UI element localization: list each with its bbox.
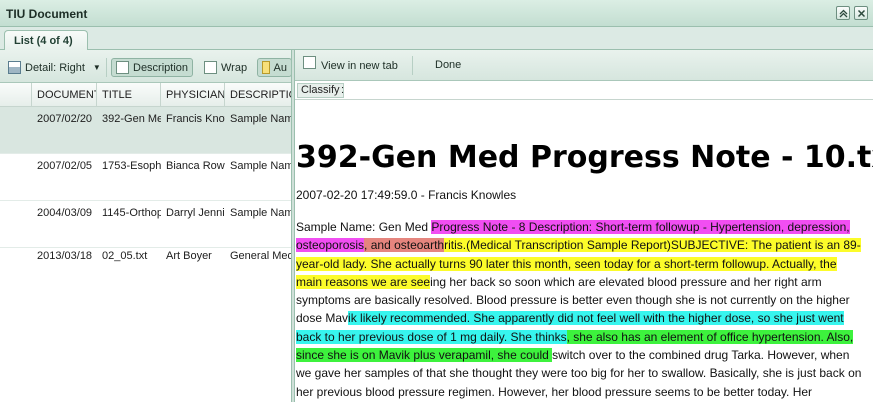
cell-description: Sample Nam	[230, 113, 292, 125]
table-row[interactable]: 2007/02/05 1753-Esoph Bianca Rowe Sample…	[0, 154, 292, 201]
wrap-button[interactable]: Wrap	[204, 58, 247, 77]
detail-toolbar: View in new tab Done	[295, 50, 873, 81]
wrap-button-label: Wrap	[221, 61, 248, 74]
text-segment: Sample Name: Gen Med	[296, 220, 432, 234]
table-row[interactable]: 2007/02/20 392-Gen Me Francis Knov Sampl…	[0, 107, 292, 154]
cell-title: 1145-Orthop	[102, 207, 161, 219]
view-in-new-tab-button[interactable]: View in new tab	[303, 56, 398, 72]
document-list-pane: Detail: Right ▼ Description Wrap Au DOCU…	[0, 50, 292, 402]
document-heading: 392-Gen Med Progress Note - 10.txt	[296, 140, 873, 175]
cell-description: Sample Nam	[230, 160, 292, 172]
document-meta: 2007-02-20 17:49:59.0 - Francis Knowles	[296, 188, 517, 202]
cell-title: 02_05.txt	[102, 250, 148, 262]
classify-label[interactable]: Classify	[297, 83, 344, 98]
grid-view-icon	[8, 61, 21, 74]
done-label: Done	[435, 59, 462, 71]
column-header-select[interactable]	[0, 83, 32, 107]
description-button-label: Description	[133, 61, 189, 74]
document-body: Sample Name: Gen Med Progress Note - 8 D…	[296, 218, 862, 402]
cell-description: General Med	[230, 250, 292, 262]
column-header-title[interactable]: TITLE	[97, 83, 161, 107]
new-tab-icon	[303, 56, 316, 69]
cell-title: 1753-Esoph	[102, 160, 161, 172]
tab-list[interactable]: List (4 of 4)	[4, 30, 88, 51]
cell-date: 2007/02/05	[37, 160, 93, 172]
wrap-icon	[204, 61, 217, 74]
highlight-segment: , and osteoarth	[364, 238, 445, 253]
auto-button-label: Au	[273, 61, 287, 74]
window-titlebar: TIU Document	[0, 0, 873, 27]
document-viewer: 392-Gen Med Progress Note - 10.txt 2007-…	[295, 100, 873, 402]
cell-physician: Art Boyer	[166, 250, 212, 262]
done-button[interactable]: Done	[435, 59, 461, 71]
document-detail-pane: View in new tab Done Classify : 392-Gen …	[295, 50, 873, 402]
list-toolbar: Detail: Right ▼ Description Wrap Au	[0, 50, 292, 83]
tab-strip: List (4 of 4)	[0, 27, 873, 51]
column-header-document[interactable]: DOCUMENT	[32, 83, 97, 107]
column-header-description[interactable]: DESCRIPTIO	[225, 83, 292, 107]
auto-icon	[262, 61, 270, 74]
close-icon[interactable]	[854, 6, 868, 20]
window-title: TIU Document	[6, 7, 88, 21]
tab-list-label: List (4 of 4)	[14, 35, 73, 47]
collapse-up-icon[interactable]	[836, 6, 850, 20]
cell-date: 2004/03/09	[37, 207, 93, 219]
cell-date: 2013/03/18	[37, 250, 93, 262]
grid-header: DOCUMENT TITLE PHYSICIAN DESCRIPTIO	[0, 83, 292, 107]
description-icon	[116, 61, 129, 74]
detail-dropdown-label: Detail: Right	[25, 61, 85, 74]
cell-physician: Francis Knov	[166, 113, 225, 125]
chevron-down-icon: ▼	[92, 63, 101, 72]
classify-value: :	[341, 84, 345, 96]
cell-date: 2007/02/20	[37, 113, 93, 125]
column-header-physician[interactable]: PHYSICIAN	[161, 83, 225, 107]
description-button[interactable]: Description	[111, 58, 194, 77]
cell-physician: Bianca Rowe	[166, 160, 225, 172]
classify-bar: Classify :	[295, 81, 873, 100]
cell-title: 392-Gen Me	[102, 113, 161, 125]
table-row[interactable]: 2013/03/18 02_05.txt Art Boyer General M…	[0, 244, 292, 291]
cell-description: Sample Nam	[230, 207, 292, 219]
table-row[interactable]: 2004/03/09 1145-Orthop Darryl Jenni Samp…	[0, 201, 292, 248]
detail-dropdown[interactable]: Detail: Right ▼	[8, 58, 101, 77]
auto-button[interactable]: Au	[257, 58, 292, 77]
view-in-new-tab-label: View in new tab	[321, 59, 398, 72]
cell-physician: Darryl Jenni	[166, 207, 225, 219]
